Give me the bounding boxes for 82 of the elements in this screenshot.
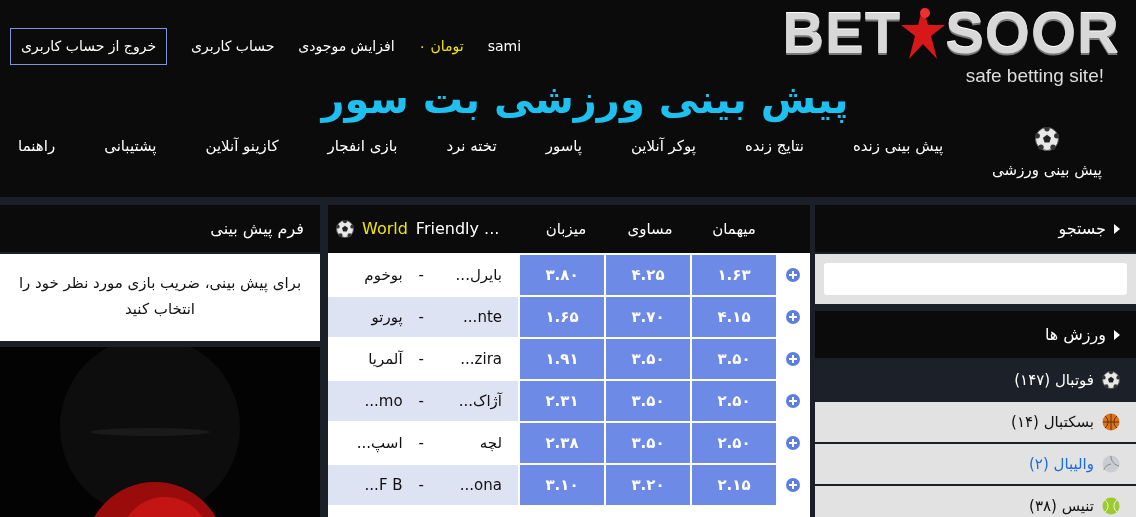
nav-link[interactable]: پشتیبانی [104,134,157,157]
nav-link[interactable]: نتایج زنده [744,134,804,157]
odds-button[interactable]: ۴.۲۵ [606,255,690,295]
nav-link[interactable]: پوکر آنلاین [630,134,696,157]
team-name: بایرل... [455,264,502,286]
team-name: آژاک... [458,390,502,412]
sport-item[interactable]: بسکتبال (۱۴) [815,402,1136,442]
odds-button[interactable]: ۳.۸۰ [520,255,604,295]
team-name: بوخوم [364,264,403,286]
basketball-icon [1102,413,1120,431]
dash: - [418,264,424,286]
column-header: میهمان [711,218,757,240]
league-region: World [362,218,408,240]
odds-button[interactable]: ۲.۵۰ [692,381,776,421]
nav-link[interactable]: تخته نرد [446,134,497,157]
odds-button[interactable]: ۳.۵۰ [606,423,690,463]
nav-link[interactable]: پیش بینی زنده [852,134,944,157]
team-name: پورتو [371,306,403,329]
nav-link[interactable]: پیش بینی ورزشی [992,158,1102,181]
team-name: ...F B [364,474,403,496]
odds-button[interactable]: ۱.۶۵ [520,297,604,337]
dash: - [418,306,424,328]
dash: - [418,474,424,496]
soccer-ball-icon [336,220,354,238]
odds-button[interactable]: ۳.۵۰ [606,381,690,421]
sport-item[interactable]: والیبال (۲) [815,444,1136,484]
team-name: آلمریا [368,348,403,370]
volleyball-icon [1102,455,1120,473]
nav-link[interactable]: راهنما [18,134,56,157]
logo-text[interactable]: SOOR [945,4,1120,62]
account-link[interactable]: افزایش موجودی [298,36,395,57]
caret-icon [1114,329,1120,340]
team-name: ...nte [463,306,502,328]
odds-button[interactable]: ۳.۷۰ [606,297,690,337]
team-name: اسپ... [356,432,403,455]
odds-button[interactable]: ۲.۳۸ [520,423,604,463]
logo-text[interactable]: BET [782,4,902,62]
team-name: ...zira [460,348,502,370]
odds-button[interactable]: ۲.۳۱ [520,381,604,421]
soccer-ball-icon [1035,126,1060,151]
soccer-ball-icon [1102,371,1120,389]
search-field[interactable] [823,262,1128,296]
odds-button[interactable]: ۲.۱۵ [692,465,776,505]
column-header: میزبان [544,218,588,240]
nav-link[interactable]: بازی انفجار [327,134,398,157]
odds-button[interactable]: ۱.۶۳ [692,255,776,295]
sport-item[interactable]: تنیس (۳۸) [815,486,1136,517]
add-icon[interactable] [786,268,800,282]
dash: - [418,348,424,370]
odds-button[interactable]: ۱.۹۱ [520,339,604,379]
add-icon[interactable] [786,436,800,450]
caret-icon [1114,223,1120,234]
nav-link[interactable]: پاسور [545,134,582,157]
league-name: Friendly ... [415,218,500,240]
tennis-ball-icon [1102,497,1120,515]
panel-title: جستجو [1058,217,1106,241]
panel-title: فرم پیش بینی [210,217,304,241]
add-icon[interactable] [786,394,800,408]
dash: - [418,432,424,454]
panel-title: ورزش ها [1044,323,1106,347]
username: sami [487,37,522,56]
add-icon[interactable] [786,352,800,366]
balance: تومان ۰ [418,37,464,57]
odds-button[interactable]: ۳.۵۰ [692,339,776,379]
add-icon[interactable] [786,310,800,324]
star-figure-icon[interactable] [901,5,946,61]
bet-slip-message: برای پیش بینی، ضریب بازی مورد نظر خود را انتخاب کنید [0,254,320,341]
team-name: ...ona [459,474,502,496]
logo-tagline: safe betting site! [965,66,1105,85]
account-link[interactable]: حساب کاربری [191,36,275,57]
odds-button[interactable]: ۳.۲۰ [606,465,690,505]
team-name: لچه [479,432,502,454]
column-header: مساوی [626,218,674,240]
odds-button[interactable]: ۳.۱۰ [520,465,604,505]
team-name: ...mo [364,390,403,412]
nav-link[interactable]: کازینو آنلاین [205,134,279,157]
dash: - [418,390,424,412]
odds-button[interactable]: ۴.۱۵ [692,297,776,337]
odds-button[interactable]: ۳.۵۰ [606,339,690,379]
logout-button[interactable]: خروج از حساب کاربری [10,28,168,65]
odds-button[interactable]: ۲.۵۰ [692,423,776,463]
add-icon[interactable] [786,478,800,492]
